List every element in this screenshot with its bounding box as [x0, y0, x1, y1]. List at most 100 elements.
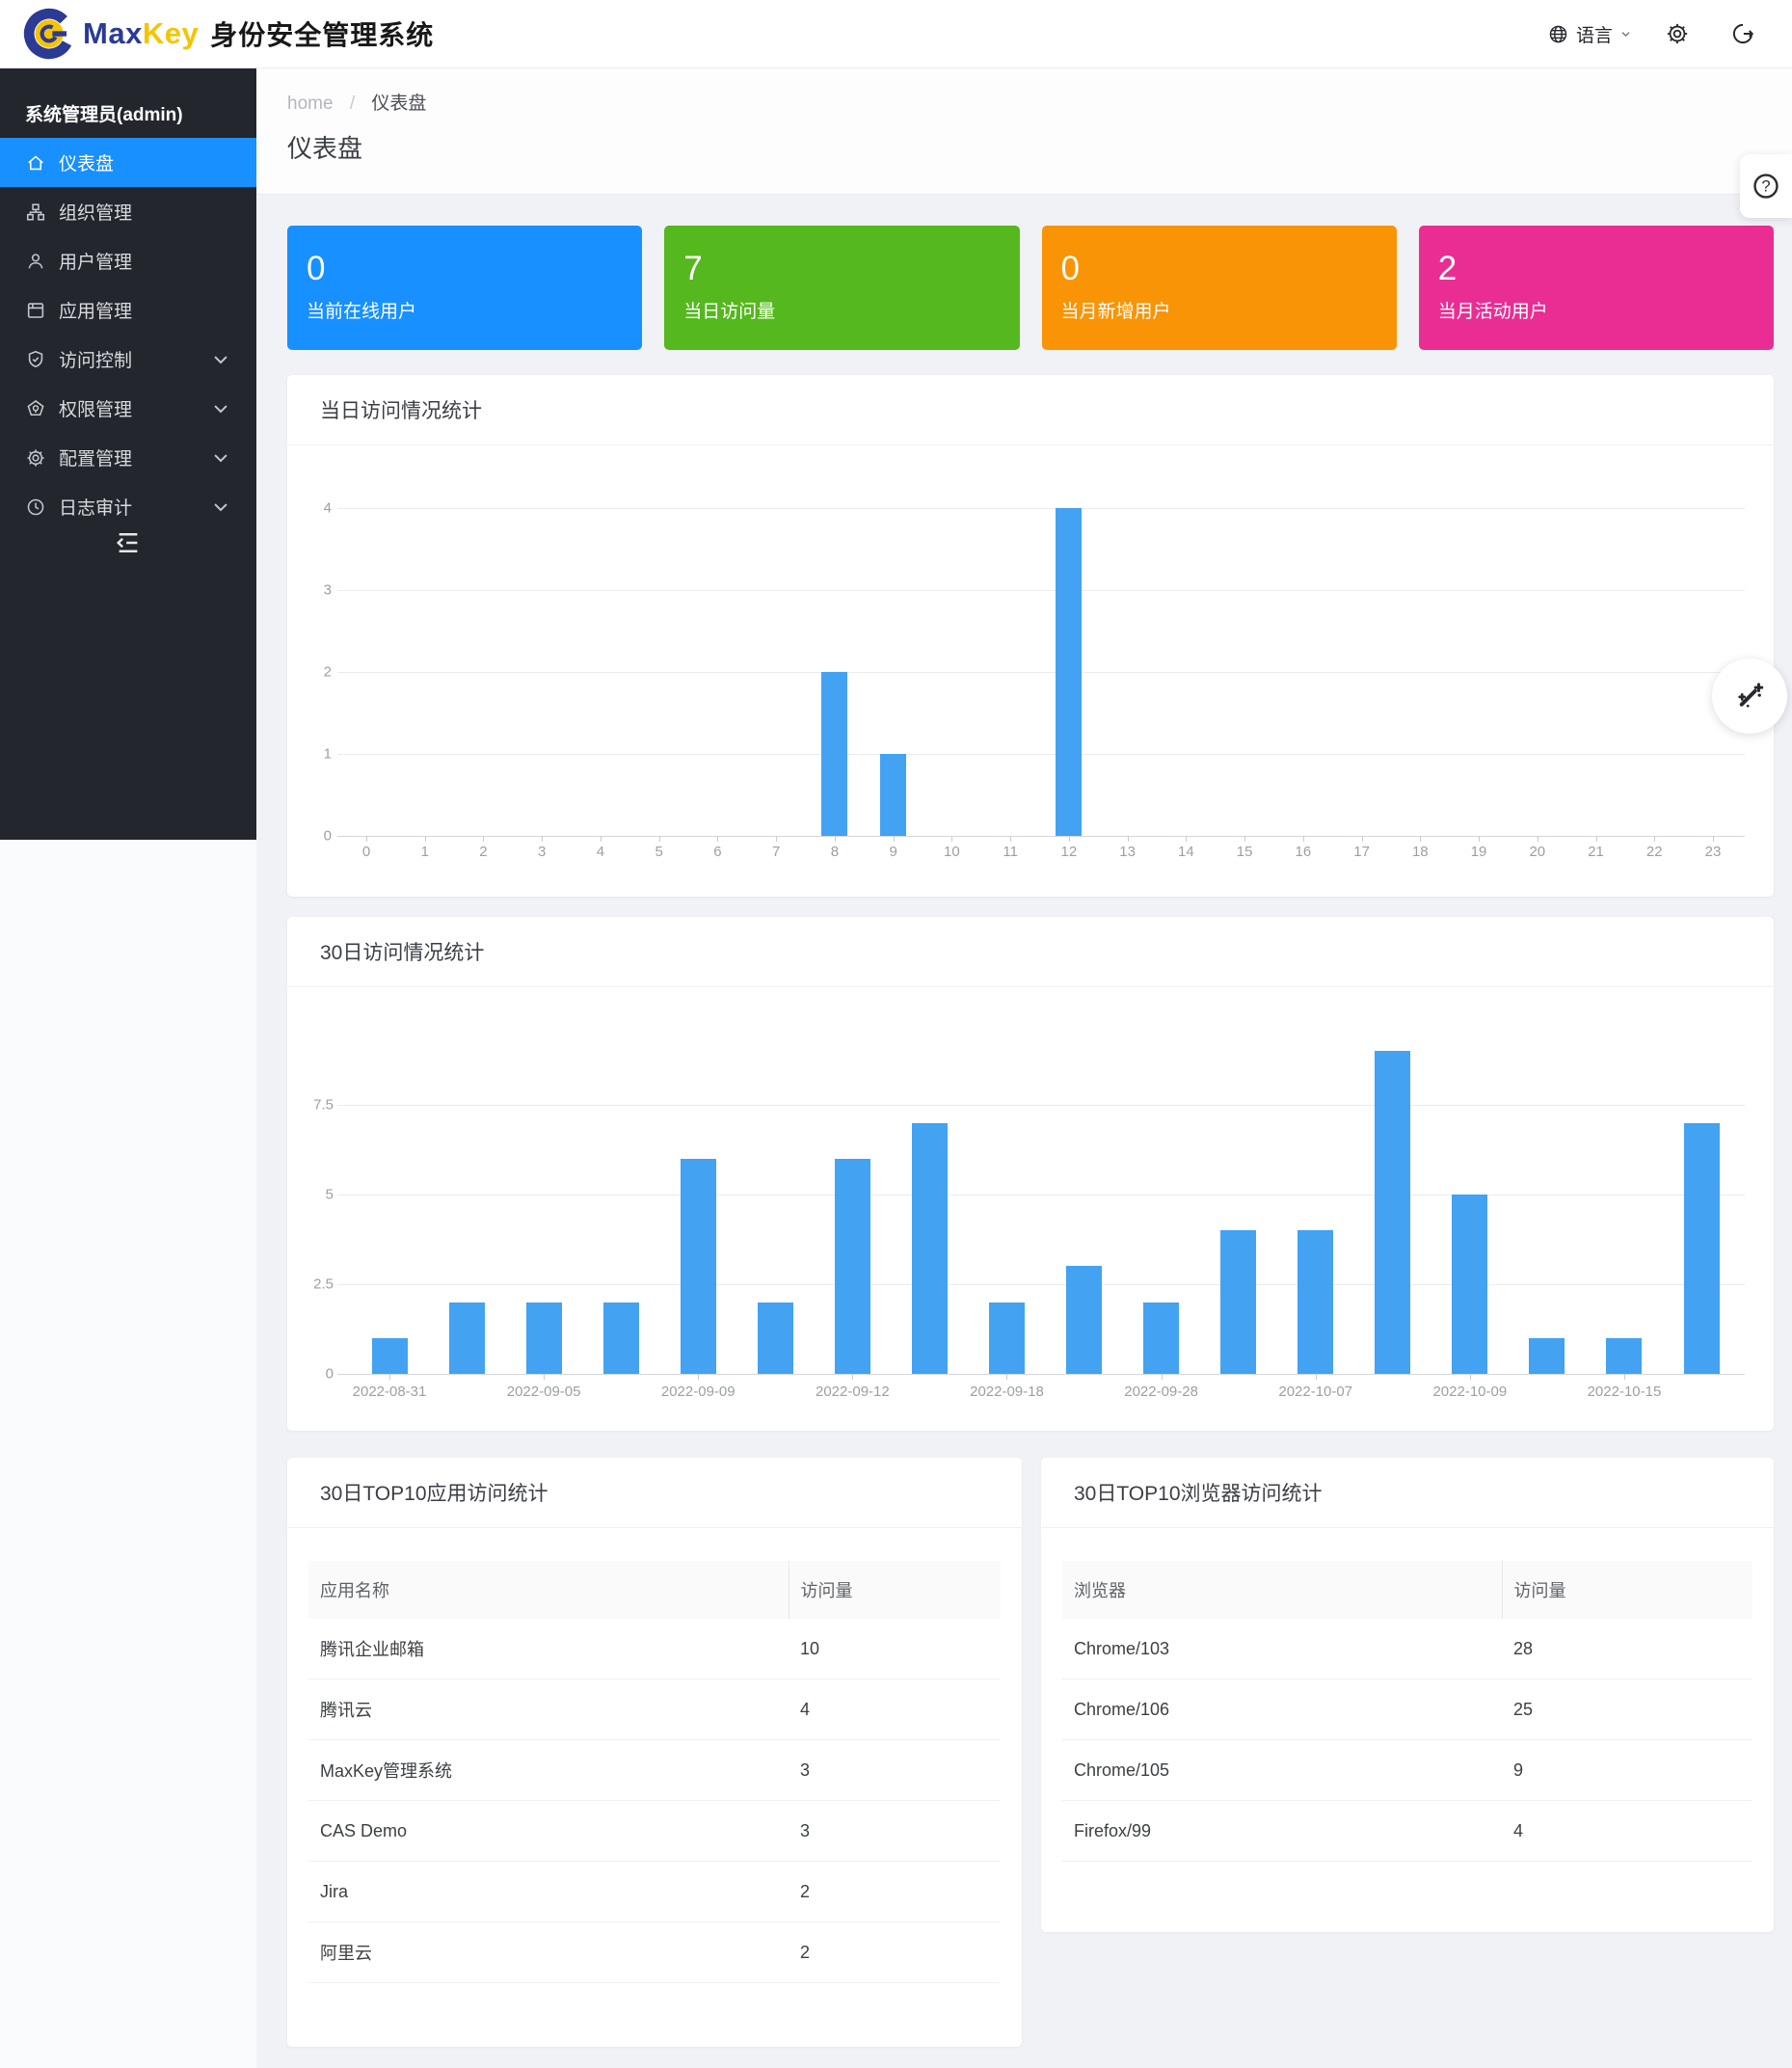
y-axis-tick-label: 3: [274, 582, 332, 599]
y-axis-tick-label: 2.5: [276, 1276, 334, 1293]
x-axis-tick-label: 18: [1412, 844, 1429, 860]
axis-tick: [852, 1374, 853, 1380]
app-window-icon: [25, 300, 46, 321]
sidebar-item-label: 访问控制: [59, 346, 132, 372]
sidebar-item-label: 应用管理: [59, 297, 132, 323]
x-axis-tick-label: 2022-10-15: [1588, 1383, 1662, 1400]
table-row: Chrome/10328: [1062, 1619, 1752, 1679]
x-axis-tick-label: 15: [1237, 844, 1253, 860]
axis-tick: [1470, 1374, 1471, 1380]
gridline: [337, 1374, 1745, 1375]
gear-icon: [25, 447, 46, 469]
chevron-down-icon: [210, 349, 231, 370]
table-row: Jira2: [308, 1862, 1001, 1922]
sidebar-item-orgs[interactable]: 组织管理: [0, 187, 256, 236]
gridline: [337, 1284, 1745, 1285]
shield-check-icon: [25, 349, 46, 370]
table-cell: 3: [789, 1801, 1001, 1862]
bar: [880, 754, 906, 836]
x-axis-tick-label: 20: [1529, 844, 1545, 860]
y-axis-tick-label: 4: [274, 500, 332, 517]
x-axis-tick-label: 11: [1003, 844, 1018, 860]
axis-tick: [1128, 836, 1129, 842]
bar: [372, 1338, 408, 1374]
gridline: [337, 836, 1745, 837]
x-axis-tick-label: 2: [479, 844, 487, 860]
sidebar-item-users[interactable]: 用户管理: [0, 236, 256, 285]
table-title: 30日TOP10应用访问统计: [287, 1458, 1022, 1528]
brand-name: MaxKey: [83, 16, 199, 51]
sidebar-item-config[interactable]: 配置管理: [0, 433, 256, 482]
header-actions: 语言: [1547, 0, 1792, 67]
table-cell: 25: [1502, 1679, 1752, 1740]
language-dropdown[interactable]: 语言: [1547, 21, 1632, 47]
axis-tick: [717, 836, 718, 842]
settings-gear-icon[interactable]: [1665, 21, 1690, 46]
y-axis-tick-label: 2: [274, 664, 332, 681]
globe-icon: [1547, 23, 1569, 45]
sidebar-item-audit[interactable]: 日志审计: [0, 482, 256, 531]
axis-tick: [894, 836, 895, 842]
axis-tick: [776, 836, 777, 842]
maxkey-dashboard-page: MaxKey 身份安全管理系统 语言 系统管理员(admin) 仪表盘: [0, 0, 1792, 2068]
x-axis-tick-label: 9: [889, 844, 896, 860]
stat-value: 2: [1438, 251, 1774, 287]
magic-wand-icon: [1732, 679, 1767, 713]
bar: [835, 1159, 870, 1374]
svg-text:?: ?: [1761, 177, 1770, 196]
bar: [1375, 1051, 1410, 1374]
y-axis-tick-label: 7.5: [276, 1097, 334, 1114]
table-row: Chrome/1059: [1062, 1740, 1752, 1801]
axis-tick: [951, 836, 952, 842]
sidebar-item-label: 组织管理: [59, 199, 132, 225]
stat-value: 0: [307, 251, 642, 287]
help-button[interactable]: ?: [1740, 154, 1792, 218]
bar: [681, 1159, 716, 1374]
sidebar-collapse-button[interactable]: [0, 528, 256, 557]
menu-fold-icon: [114, 528, 143, 557]
clock-icon: [25, 497, 46, 518]
bar: [1143, 1303, 1179, 1374]
axis-tick: [389, 1374, 390, 1380]
sidebar-item-dashboard[interactable]: 仪表盘: [0, 138, 256, 187]
sidebar-item-permissions[interactable]: 权限管理: [0, 384, 256, 433]
table-cell: Jira: [308, 1862, 789, 1922]
axis-tick: [835, 836, 836, 842]
maxkey-logo-icon: [23, 8, 75, 60]
stat-cards-row: 0当前在线用户7当日访问量0当月新增用户2当月活动用户: [287, 226, 1774, 350]
chevron-down-icon: [1619, 28, 1632, 40]
bar: [449, 1303, 485, 1374]
x-axis-tick-label: 8: [831, 844, 839, 860]
sidebar-item-label: 权限管理: [59, 395, 132, 421]
sidebar-item-access[interactable]: 访问控制: [0, 335, 256, 384]
column-header: 应用名称: [308, 1561, 789, 1619]
theme-magic-wand-button[interactable]: [1712, 658, 1787, 734]
apps-table: 应用名称访问量腾讯企业邮箱10腾讯云4MaxKey管理系统3CAS Demo3J…: [308, 1561, 1001, 1983]
table-row: 阿里云2: [308, 1922, 1001, 1983]
axis-tick: [1362, 836, 1363, 842]
pentagon-icon: [25, 398, 46, 419]
x-axis-tick-label: 1: [421, 844, 429, 860]
y-axis-tick-label: 0: [276, 1366, 334, 1383]
bar: [1220, 1230, 1256, 1374]
x-axis-tick-label: 2022-08-31: [353, 1383, 427, 1400]
sidebar-item-apps[interactable]: 应用管理: [0, 285, 256, 335]
axis-tick: [1069, 836, 1070, 842]
axis-tick: [601, 836, 602, 842]
bar: [1606, 1338, 1642, 1374]
gridline: [337, 754, 1745, 755]
table-row: CAS Demo3: [308, 1801, 1001, 1862]
axis-tick: [542, 836, 543, 842]
user-icon: [25, 251, 46, 272]
daily-visits-chart-card: 当日访问情况统计 0123401234567891011121314151617…: [287, 375, 1774, 897]
column-header: 浏览器: [1062, 1561, 1502, 1619]
table-cell: 腾讯企业邮箱: [308, 1619, 789, 1679]
breadcrumb-home-link[interactable]: home: [287, 94, 334, 114]
table-cell: 9: [1502, 1740, 1752, 1801]
column-header: 访问量: [1502, 1561, 1752, 1619]
language-label: 语言: [1576, 21, 1613, 47]
x-axis-tick-label: 2022-09-09: [661, 1383, 736, 1400]
logout-icon[interactable]: [1730, 21, 1755, 46]
table-header-row: 浏览器访问量: [1062, 1561, 1752, 1619]
x-axis-tick-label: 2022-09-05: [507, 1383, 581, 1400]
